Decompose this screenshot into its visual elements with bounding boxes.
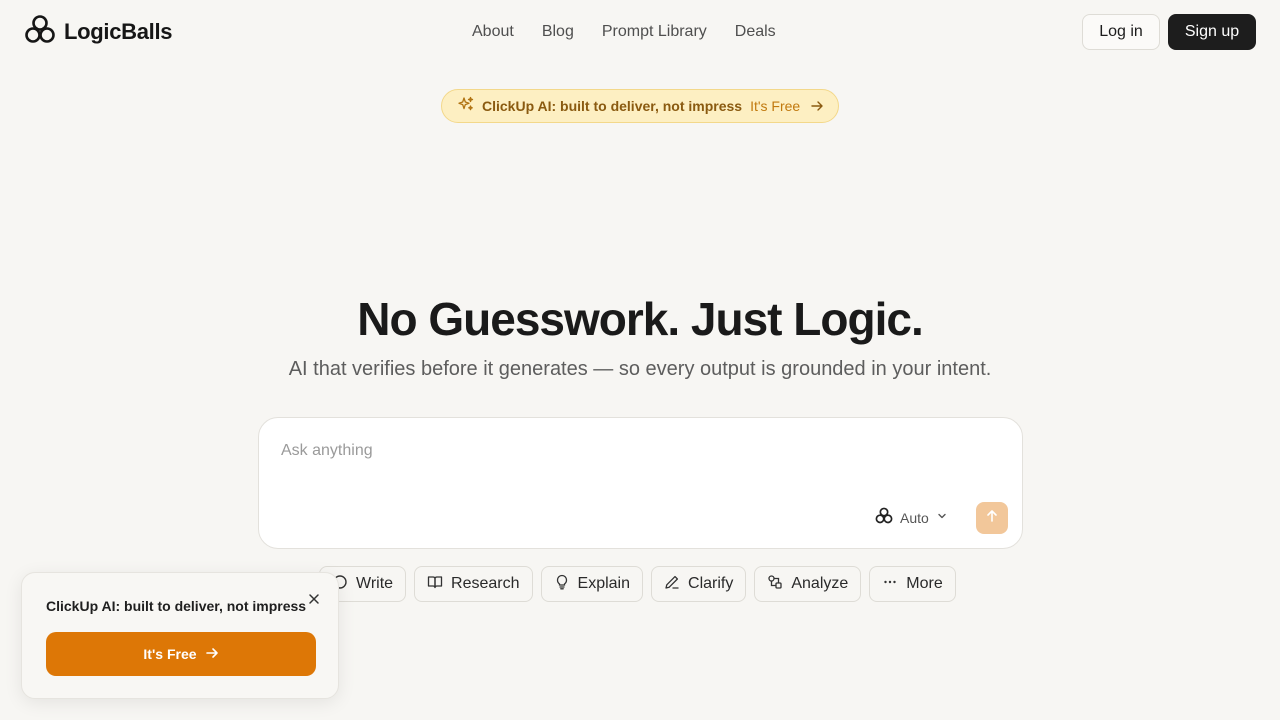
sparkles-icon — [458, 96, 474, 117]
chip-label: Explain — [577, 575, 631, 592]
chip-label: More — [906, 575, 943, 592]
chip-label: Analyze — [791, 575, 849, 592]
main-nav: About Blog Prompt Library Deals — [472, 20, 776, 44]
nav-deals[interactable]: Deals — [735, 23, 776, 41]
chip-research[interactable]: Research — [414, 566, 533, 602]
page: LogicBalls About Blog Prompt Library Dea… — [0, 0, 1280, 720]
chip-clarify[interactable]: Clarify — [651, 566, 747, 602]
logicballs-model-icon — [875, 507, 893, 530]
action-chips: Write Research Explain Clarify Analyze M… — [319, 566, 956, 602]
arrow-right-icon — [205, 646, 219, 663]
chip-more[interactable]: More — [869, 566, 956, 602]
close-icon[interactable] — [306, 591, 322, 607]
login-button[interactable]: Log in — [1082, 14, 1160, 50]
chip-label: Clarify — [688, 575, 734, 592]
chip-label: Write — [356, 575, 394, 592]
ask-input[interactable] — [279, 438, 979, 464]
logicballs-logo-icon — [24, 14, 56, 51]
model-selector[interactable]: Auto — [875, 506, 948, 530]
promo-banner[interactable]: ClickUp AI: built to deliver, not impres… — [441, 89, 839, 123]
top-navbar: LogicBalls About Blog Prompt Library Dea… — [0, 0, 1280, 64]
chip-explain[interactable]: Explain — [540, 566, 644, 602]
toast-text: ClickUp AI: built to deliver, not impres… — [46, 598, 307, 614]
ellipsis-icon — [882, 574, 898, 595]
promo-toast: ClickUp AI: built to deliver, not impres… — [21, 572, 339, 699]
promo-text: ClickUp AI: built to deliver, not impres… — [482, 98, 743, 114]
lightbulb-icon — [554, 574, 570, 595]
send-button[interactable] — [976, 502, 1008, 534]
arrow-right-icon — [810, 99, 824, 113]
toast-cta-label: It's Free — [143, 646, 197, 662]
analyze-icon — [767, 574, 783, 595]
pen-icon — [664, 574, 680, 595]
nav-blog[interactable]: Blog — [542, 23, 574, 41]
signup-button[interactable]: Sign up — [1168, 14, 1256, 50]
chevron-down-icon — [936, 509, 948, 527]
chip-label: Research — [451, 575, 520, 592]
arrow-up-icon — [984, 508, 1000, 529]
nav-about[interactable]: About — [472, 23, 514, 41]
nav-prompt-library[interactable]: Prompt Library — [602, 23, 707, 41]
hero-title: No Guesswork. Just Logic. — [357, 293, 923, 345]
chip-analyze[interactable]: Analyze — [754, 566, 862, 602]
model-label: Auto — [900, 510, 929, 526]
logo-text: LogicBalls — [64, 19, 173, 44]
toast-cta-button[interactable]: It's Free — [46, 632, 316, 676]
promo-cta[interactable]: It's Free — [750, 98, 800, 114]
ask-box: Auto — [258, 417, 1023, 549]
book-icon — [427, 574, 443, 595]
hero-subtitle: AI that verifies before it generates — s… — [288, 358, 992, 380]
logo[interactable]: LogicBalls — [24, 14, 173, 51]
